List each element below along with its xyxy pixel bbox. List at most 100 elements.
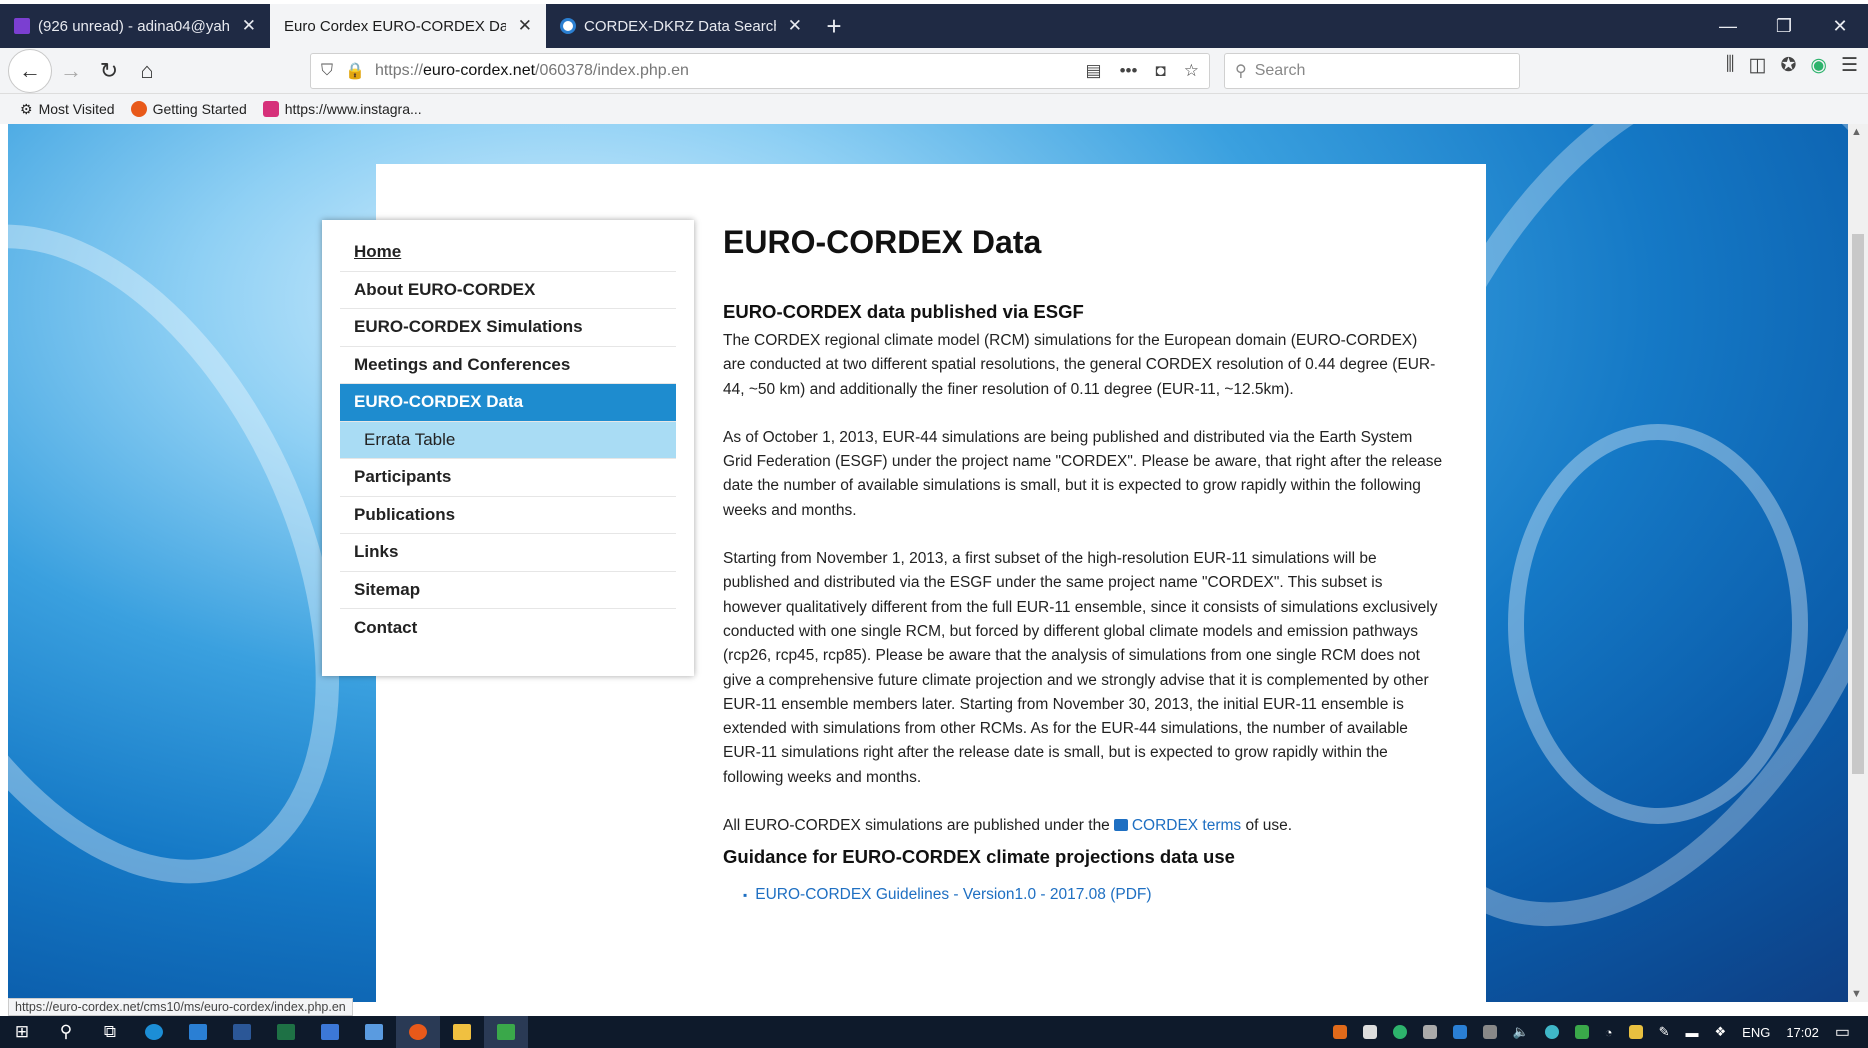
- nav-participants[interactable]: Participants: [340, 459, 676, 497]
- tab-label: (926 unread) - adina04@yaho: [38, 17, 230, 35]
- menu-icon[interactable]: ☰: [1841, 54, 1858, 77]
- tab-label: Euro Cordex EURO-CORDEX Data: [284, 17, 506, 35]
- section-heading-guidance: Guidance for EURO-CORDEX climate project…: [723, 846, 1235, 868]
- nav-contact[interactable]: Contact: [340, 609, 676, 647]
- firefox-icon: [130, 101, 147, 117]
- firefox-icon[interactable]: [396, 1016, 440, 1048]
- windows-taskbar: ⊞ ⚲ ⧉ 🔈 ◔ ✎ ▬ ❖ ENG 17:02 ▭: [0, 1016, 1868, 1048]
- tray-app-icon[interactable]: [1362, 1025, 1377, 1039]
- edge-icon[interactable]: [132, 1016, 176, 1048]
- scroll-up-icon[interactable]: ▲: [1851, 126, 1862, 138]
- ie-icon[interactable]: [176, 1016, 220, 1048]
- bookmarks-toolbar: ⚙ Most Visited Getting Started https://w…: [0, 94, 1868, 124]
- mail-icon[interactable]: [308, 1016, 352, 1048]
- nav-home[interactable]: Home: [340, 234, 676, 272]
- account-icon[interactable]: ◉: [1810, 54, 1827, 77]
- tray-app-icon[interactable]: [1332, 1025, 1347, 1039]
- terms-text-end: of use.: [1245, 817, 1293, 835]
- tray-app-icon[interactable]: ▬: [1686, 1025, 1699, 1040]
- nav-publications[interactable]: Publications: [340, 497, 676, 534]
- dropbox-icon[interactable]: ❖: [1715, 1024, 1727, 1040]
- new-tab-button[interactable]: +: [816, 4, 852, 48]
- nav-meetings[interactable]: Meetings and Conferences: [340, 347, 676, 384]
- task-view-icon[interactable]: ⧉: [88, 1016, 132, 1048]
- tab-yahoo-mail[interactable]: (926 unread) - adina04@yaho ✕: [0, 4, 270, 48]
- nav-euro-cordex-data[interactable]: EURO-CORDEX Data: [340, 384, 676, 422]
- search-icon[interactable]: ⚲: [44, 1016, 88, 1048]
- tab-cordex-dkrz[interactable]: CORDEX-DKRZ Data Search | C ✕: [546, 4, 816, 48]
- back-button[interactable]: ←: [8, 48, 52, 93]
- search-input[interactable]: ⚲ Search: [1224, 53, 1520, 89]
- page-scrollbar[interactable]: ▲ ▼: [1848, 124, 1868, 1002]
- volume-icon[interactable]: 🔈: [1513, 1024, 1529, 1040]
- bookmark-getting-started[interactable]: Getting Started: [130, 101, 247, 117]
- sidebar-icon[interactable]: ◫: [1748, 54, 1766, 77]
- library-icon[interactable]: ⫼: [1726, 54, 1735, 77]
- tray-app-icon[interactable]: [1422, 1025, 1437, 1039]
- paragraph: The CORDEX regional climate model (RCM) …: [723, 332, 1436, 398]
- shield-icon[interactable]: ⛉: [321, 62, 333, 80]
- external-link-icon: [1113, 819, 1128, 832]
- reader-view-icon[interactable]: ▤: [1086, 61, 1102, 81]
- nav-errata-table[interactable]: Errata Table: [340, 421, 676, 459]
- notifications-icon[interactable]: ▭: [1835, 1022, 1850, 1042]
- scroll-down-icon[interactable]: ▼: [1851, 988, 1862, 1000]
- tray-app-icon[interactable]: [1544, 1025, 1559, 1039]
- bookmark-instagram[interactable]: https://www.instagra...: [262, 101, 422, 117]
- tray-app-icon[interactable]: ✎: [1659, 1024, 1670, 1040]
- clock[interactable]: 17:02: [1786, 1025, 1819, 1040]
- system-tray: 🔈 ◔ ✎ ▬ ❖ ENG 17:02 ▭: [1332, 1022, 1868, 1042]
- nav-simulations[interactable]: EURO-CORDEX Simulations: [340, 309, 676, 347]
- tray-app-icon[interactable]: ◔: [1605, 1025, 1613, 1040]
- tab-euro-cordex[interactable]: Euro Cordex EURO-CORDEX Data ✕: [270, 4, 546, 48]
- side-navigation: Home About EURO-CORDEX EURO-CORDEX Simul…: [322, 220, 694, 676]
- yahoo-mail-icon: [14, 18, 30, 34]
- url-prefix: https://: [374, 62, 423, 79]
- more-actions-icon[interactable]: •••: [1120, 61, 1138, 81]
- bookmark-label: Most Visited: [38, 101, 115, 117]
- nav-sitemap[interactable]: Sitemap: [340, 572, 676, 609]
- guidelines-list: EURO-CORDEX Guidelines - Version1.0 - 20…: [743, 886, 1443, 904]
- app-icon[interactable]: [352, 1016, 396, 1048]
- nav-links[interactable]: Links: [340, 534, 676, 572]
- restore-icon[interactable]: ❐: [1756, 4, 1812, 48]
- home-button[interactable]: ⌂: [128, 52, 166, 90]
- battery-icon[interactable]: [1574, 1025, 1589, 1039]
- close-tab-icon[interactable]: ✕: [518, 16, 532, 36]
- forward-button[interactable]: →: [52, 52, 90, 90]
- windows-start-icon[interactable]: ⊞: [0, 1016, 44, 1048]
- search-icon: ⚲: [1235, 63, 1247, 80]
- close-tab-icon[interactable]: ✕: [788, 16, 802, 36]
- close-tab-icon[interactable]: ✕: [242, 16, 256, 36]
- extension-icon[interactable]: ✪: [1780, 54, 1796, 77]
- scrollbar-thumb[interactable]: [1852, 234, 1864, 774]
- bookmark-most-visited[interactable]: ⚙ Most Visited: [20, 101, 115, 118]
- close-window-icon[interactable]: ✕: [1812, 4, 1868, 48]
- tray-app-icon[interactable]: [1628, 1025, 1643, 1039]
- pocket-icon[interactable]: ◘: [1155, 61, 1165, 81]
- guidelines-pdf-link[interactable]: EURO-CORDEX Guidelines - Version1.0 - 20…: [743, 886, 1443, 904]
- instagram-icon: [262, 101, 279, 117]
- tray-app-icon[interactable]: [1392, 1025, 1407, 1039]
- terms-text: All EURO-CORDEX simulations are publishe…: [723, 817, 1110, 835]
- word-icon[interactable]: [220, 1016, 264, 1048]
- file-explorer-icon[interactable]: [440, 1016, 484, 1048]
- bluetooth-icon[interactable]: [1452, 1025, 1467, 1039]
- url-bar[interactable]: ⛉ 🔒 https:// euro-cordex.net /060378/ind…: [310, 53, 1210, 89]
- gear-icon: ⚙: [20, 100, 33, 117]
- navigation-toolbar: ← → ↻ ⌂ ⛉ 🔒 https:// euro-cordex.net /06…: [0, 48, 1868, 94]
- nav-about[interactable]: About EURO-CORDEX: [340, 272, 676, 309]
- bookmark-star-icon[interactable]: ☆: [1184, 61, 1199, 81]
- green-app-icon[interactable]: [484, 1016, 528, 1048]
- reload-button[interactable]: ↻: [90, 52, 128, 90]
- toolbar-right: ⫼ ◫ ✪ ◉ ☰: [1726, 54, 1858, 77]
- network-icon[interactable]: [1482, 1025, 1497, 1039]
- excel-icon[interactable]: [264, 1016, 308, 1048]
- lock-icon: 🔒: [345, 63, 365, 80]
- minimize-icon[interactable]: —: [1700, 4, 1756, 48]
- tab-label: CORDEX-DKRZ Data Search | C: [584, 17, 776, 35]
- window-controls: — ❐ ✕: [1700, 4, 1868, 48]
- cordex-terms-link[interactable]: CORDEX terms: [1132, 817, 1241, 834]
- bookmark-label: https://www.instagra...: [284, 101, 422, 117]
- language-indicator[interactable]: ENG: [1742, 1025, 1770, 1040]
